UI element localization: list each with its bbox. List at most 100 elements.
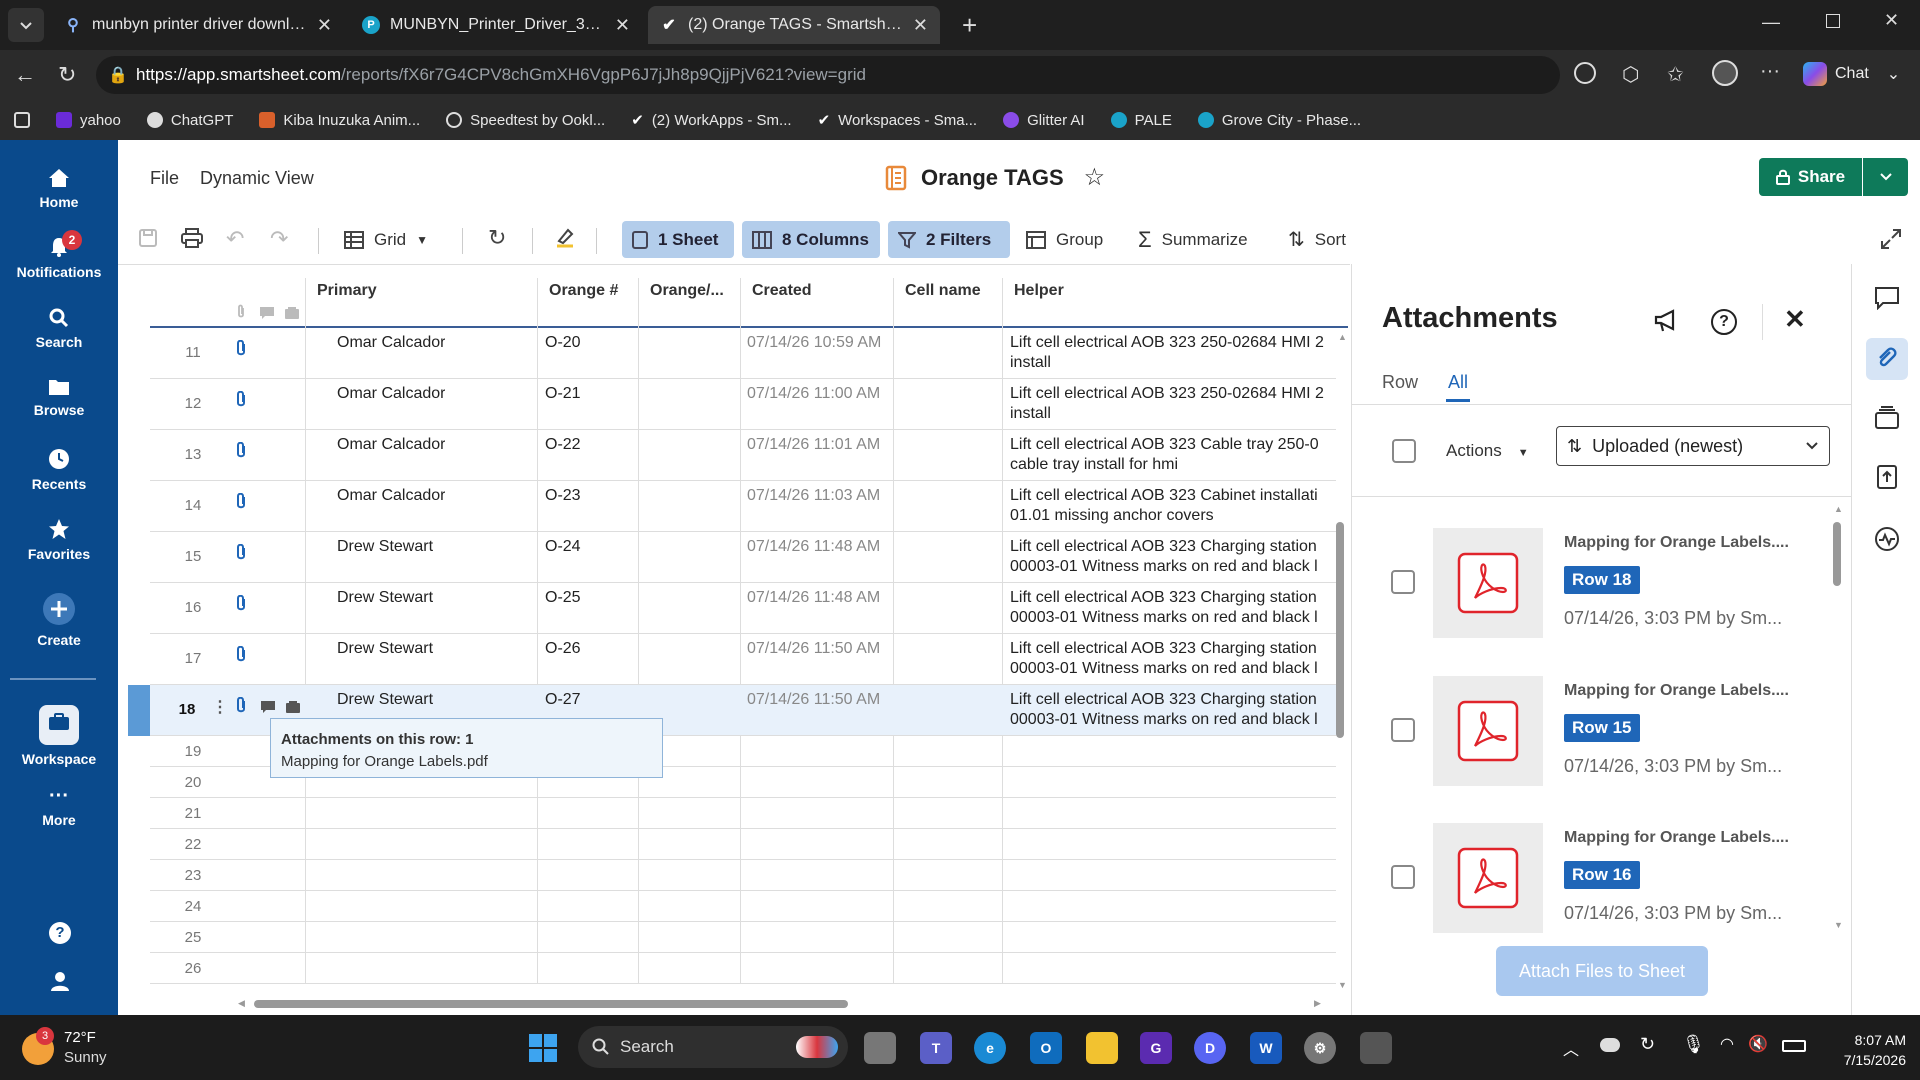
reload-icon[interactable]: ↻ [58,62,76,88]
cell-helper[interactable]: Lift cell electrical AOB 323 250-02684 H… [1010,334,1332,352]
cell-helper-line2[interactable]: 01.01 missing anchor covers [1010,507,1332,525]
clock[interactable]: 8:07 AM 7/15/2026 [1820,1030,1906,1070]
row-number[interactable]: 25 [168,929,218,946]
pdf-thumbnail[interactable] [1433,676,1543,786]
cell-helper-line2[interactable]: install [1010,405,1332,423]
publish-icon[interactable] [1876,464,1898,490]
row-number[interactable]: 15 [168,548,218,565]
print-icon[interactable] [181,228,203,248]
battery-icon[interactable] [1782,1040,1806,1052]
menu-dynamic-view[interactable]: Dynamic View [200,168,314,189]
row-number[interactable]: 23 [168,867,218,884]
bookmark-speedtest[interactable]: Speedtest by Ookl... [446,112,605,129]
bookmark-yahoo[interactable]: yahoo [56,112,121,129]
vertical-scrollbar[interactable] [1336,522,1344,738]
teams-icon[interactable]: T [920,1032,952,1064]
cell-helper-line2[interactable]: 00003-01 Witness marks on red and black … [1010,558,1332,576]
app-icon[interactable]: G [1140,1032,1172,1064]
highlight-icon[interactable] [554,226,576,248]
nav-search[interactable]: Search [0,308,118,350]
favorite-star-icon[interactable]: ☆ [1084,163,1106,192]
bookmark-kiba[interactable]: Kiba Inuzuka Anim... [259,112,420,129]
taskbar-search[interactable]: Search [578,1026,848,1068]
cell-primary[interactable]: Omar Calcador [337,385,445,403]
bookmark-workspaces[interactable]: ✔ Workspaces - Sma... [818,111,978,130]
nav-create[interactable]: Create [0,592,118,648]
cell-helper-line2[interactable]: install [1010,354,1332,372]
help-icon[interactable]: ? [1711,309,1737,335]
row-number[interactable]: 12 [168,395,218,412]
edge-icon[interactable]: e [974,1032,1006,1064]
menu-file[interactable]: File [150,168,179,189]
close-tab-icon[interactable]: ✕ [317,15,332,36]
cell-created[interactable]: 07/14/26 11:03 AM [747,487,887,505]
settings-gear-icon[interactable]: ⚙ [1304,1032,1336,1064]
cell-orange-number[interactable]: O-21 [545,385,581,403]
minimize-icon[interactable]: — [1762,12,1780,33]
windows-start-icon[interactable] [528,1033,558,1063]
printer-app-icon[interactable] [1360,1032,1392,1064]
row-number[interactable]: 14 [168,497,218,514]
pdf-thumbnail[interactable] [1433,823,1543,933]
bookmark-workapps[interactable]: ✔ (2) WorkApps - Sm... [631,111,791,130]
bookmark-grove-city[interactable]: Grove City - Phase... [1197,112,1361,129]
nav-recents[interactable]: Recents [0,448,118,492]
scroll-left-arrow[interactable]: ◀ [238,998,245,1009]
table-row[interactable] [150,922,1336,953]
cell-created[interactable]: 07/14/26 11:00 AM [747,385,887,403]
horizontal-scrollbar[interactable] [254,1000,848,1008]
attachment-name[interactable]: Mapping for Orange Labels.... [1564,534,1789,552]
cell-primary[interactable]: Drew Stewart [337,589,433,607]
scroll-up-arrow[interactable]: ▲ [1834,504,1843,514]
share-dropdown-button[interactable] [1863,158,1908,196]
attach-files-button[interactable]: Attach Files to Sheet [1496,946,1708,996]
cell-helper[interactable]: Lift cell electrical AOB 323 Charging st… [1010,640,1332,658]
cell-primary[interactable]: Omar Calcador [337,334,445,352]
cell-primary[interactable]: Drew Stewart [337,691,433,709]
column-header-orange-other[interactable]: Orange/... [650,282,724,300]
wifi-icon[interactable]: ◠ [1720,1034,1734,1054]
table-row[interactable] [150,953,1336,984]
cell-orange-number[interactable]: O-23 [545,487,581,505]
cell-orange-number[interactable]: O-20 [545,334,581,352]
bookmark-glitter[interactable]: Glitter AI [1003,112,1085,129]
task-view-icon[interactable] [864,1032,896,1064]
weather-desc[interactable]: Sunny [64,1049,107,1066]
view-grid-dropdown[interactable]: Grid ▼ [334,221,438,258]
cell-primary[interactable]: Omar Calcador [337,487,445,505]
nav-more[interactable]: ··· More [0,786,118,828]
attachment-icon[interactable] [234,340,248,358]
sort-button[interactable]: ⇅ Sort [1278,221,1356,258]
cell-helper-line2[interactable]: 00003-01 Witness marks on red and black … [1010,660,1332,678]
attachment-icon[interactable] [234,544,248,562]
sheets-filter-button[interactable]: 1 Sheet [622,221,734,258]
row-number[interactable]: 18 [170,701,204,718]
cell-helper-line2[interactable]: 00003-01 Witness marks on red and black … [1010,609,1332,627]
column-header-primary[interactable]: Primary [317,282,377,300]
expand-icon[interactable] [1880,228,1902,250]
bookmark-chatgpt[interactable]: ChatGPT [146,112,233,129]
row-number[interactable]: 26 [168,960,218,977]
attachment-card[interactable]: Mapping for Orange Labels.... Row 18 07/14… [1433,528,1833,638]
attachment-icon[interactable] [234,493,248,511]
cell-helper[interactable]: Lift cell electrical AOB 323 Charging st… [1010,691,1332,709]
attachment-icon[interactable] [234,697,248,715]
nav-workspace[interactable]: Workspace [0,705,118,767]
table-row[interactable] [150,829,1336,860]
outlook-icon[interactable]: O [1030,1032,1062,1064]
cell-helper-line2[interactable]: cable tray install for hmi [1010,456,1332,474]
column-header-created[interactable]: Created [752,282,812,300]
attachment-row-badge[interactable]: Row 16 [1564,861,1640,889]
nav-favorites[interactable]: Favorites [0,518,118,562]
row-number[interactable]: 22 [168,836,218,853]
cell-orange-number[interactable]: O-24 [545,538,581,556]
account-icon[interactable] [49,970,71,992]
tab-list-button[interactable] [8,8,44,42]
reading-list-icon[interactable] [14,112,30,128]
attachment-name[interactable]: Mapping for Orange Labels.... [1564,682,1789,700]
back-arrow-icon[interactable]: ← [14,62,36,88]
save-icon[interactable] [138,228,158,248]
scroll-up-arrow[interactable]: ▲ [1338,332,1347,342]
attachment-row-badge[interactable]: Row 15 [1564,714,1640,742]
puzzle-icon[interactable]: ⬡ [1622,62,1639,87]
